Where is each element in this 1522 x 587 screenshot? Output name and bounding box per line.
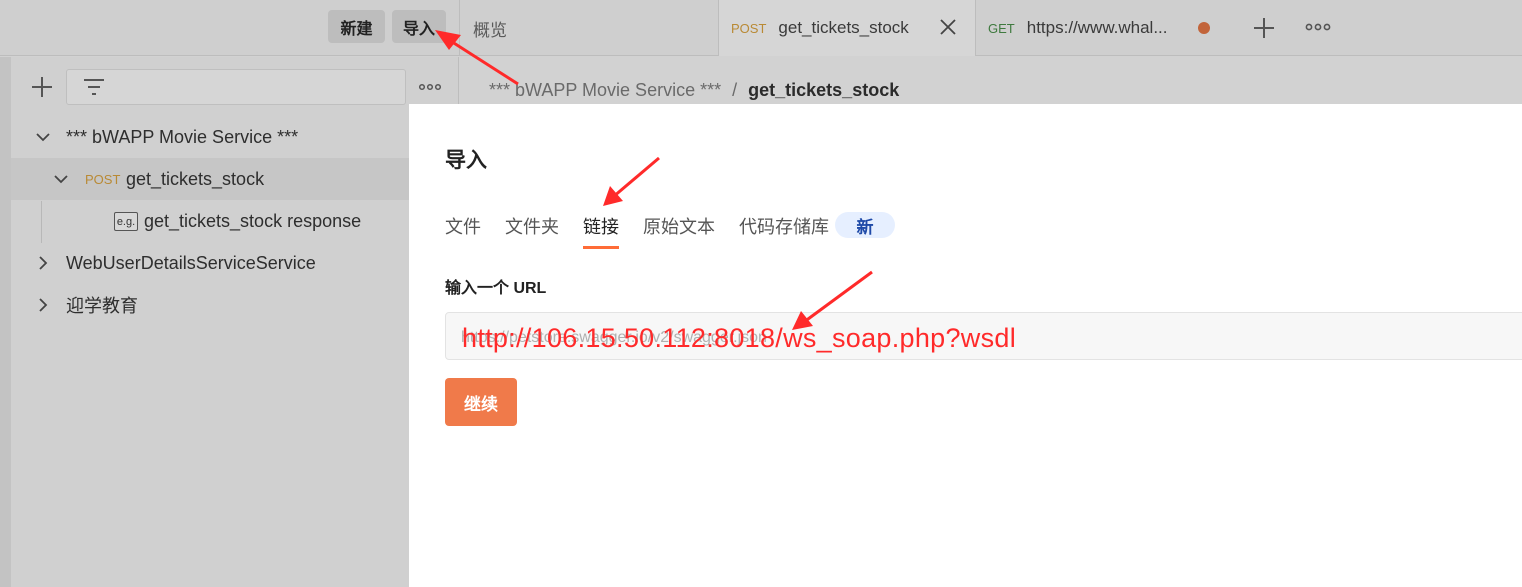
url-value: http://106.15.50.112:8018/ws_soap.php?ws…: [462, 323, 1017, 353]
new-button[interactable]: 新建: [328, 10, 385, 43]
tree-item-label: get_tickets_stock response: [144, 210, 362, 231]
new-badge: 新: [835, 212, 895, 238]
breadcrumb-current: get_tickets_stock: [748, 80, 900, 100]
tree-item-label: get_tickets_stock: [126, 168, 265, 189]
tab-label: https://www.whal...: [1026, 18, 1168, 37]
url-label: 输入一个 URL: [445, 280, 547, 297]
continue-button[interactable]: 继续: [445, 378, 517, 426]
more-icon[interactable]: [1304, 17, 1332, 37]
modal-title: 导入: [445, 149, 487, 172]
tab-overview[interactable]: 概览: [459, 0, 719, 56]
chevron-down-icon[interactable]: [53, 171, 69, 187]
tree-item-label: WebUserDetailsServiceService: [66, 252, 316, 273]
filter-icon[interactable]: [82, 76, 106, 98]
tree-item-label: *** bWAPP Movie Service ***: [66, 126, 299, 147]
tree-item-collection[interactable]: WebUserDetailsServiceService: [11, 242, 409, 284]
breadcrumb: *** bWAPP Movie Service *** / get_ticket…: [489, 80, 899, 101]
tree-item-collection[interactable]: 迎学教育: [11, 284, 409, 326]
method-badge: POST: [731, 20, 767, 36]
left-strip: [0, 57, 11, 587]
tab-link[interactable]: 链接: [583, 213, 619, 249]
tree-item-request[interactable]: POST get_tickets_stock: [11, 158, 409, 200]
chevron-right-icon[interactable]: [35, 297, 51, 313]
method-badge: GET: [988, 20, 1015, 36]
more-icon[interactable]: [418, 79, 442, 95]
tab-get-request[interactable]: GET https://www.whal...: [975, 0, 1235, 56]
plus-icon[interactable]: [30, 75, 54, 99]
tab-label: get_tickets_stock: [778, 18, 909, 37]
tree-item-label: 迎学教育: [66, 296, 138, 316]
tree-item-collection[interactable]: *** bWAPP Movie Service ***: [11, 116, 409, 158]
tree-item-example[interactable]: get_tickets_stock response: [11, 200, 409, 242]
close-icon[interactable]: [938, 17, 958, 37]
unsaved-dot-icon: [1198, 22, 1210, 34]
import-modal: 导入 文件 文件夹 链接 原始文本 代码存储库 新 输入一个 URL https…: [409, 104, 1522, 587]
plus-icon[interactable]: [1250, 14, 1278, 42]
tab-folder[interactable]: 文件夹: [505, 213, 559, 249]
import-button[interactable]: 导入: [392, 10, 446, 43]
breadcrumb-separator: /: [732, 80, 738, 100]
chevron-right-icon[interactable]: [35, 255, 51, 271]
chevron-down-icon[interactable]: [35, 129, 51, 145]
active-tab-indicator: [583, 246, 619, 249]
tab-label: 概览: [473, 20, 507, 40]
tab-get-tickets-stock[interactable]: POST get_tickets_stock: [718, 0, 976, 56]
tab-code-repository[interactable]: 代码存储库: [739, 213, 829, 249]
method-badge: POST: [85, 172, 121, 187]
tab-file[interactable]: 文件: [445, 213, 481, 249]
filter-input[interactable]: [66, 69, 406, 105]
tab-raw-text[interactable]: 原始文本: [643, 213, 715, 249]
breadcrumb-parent[interactable]: *** bWAPP Movie Service ***: [489, 80, 721, 100]
